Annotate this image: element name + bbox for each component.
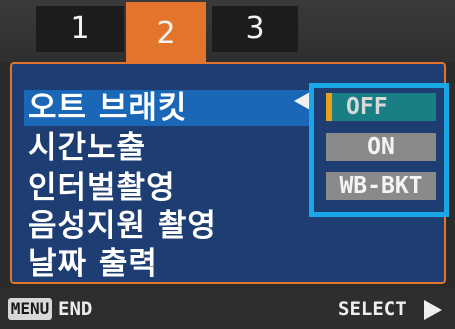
- end-label: END: [58, 298, 93, 320]
- option-box: OFF ON WB-BKT: [309, 83, 449, 217]
- tab-1[interactable]: 1: [36, 6, 124, 52]
- select-label: SELECT: [338, 298, 407, 320]
- bottom-bar: MENU END SELECT: [0, 288, 455, 329]
- tab-strip: 1 2 3: [0, 0, 455, 70]
- menu-item-voice-shooting[interactable]: 음성지원 촬영: [28, 208, 217, 244]
- menu-item-interval[interactable]: 인터벌촬영: [28, 170, 176, 206]
- left-triangle-icon: [294, 92, 310, 110]
- menu-item-date-imprint[interactable]: 날짜 출력: [28, 246, 158, 282]
- option-off[interactable]: OFF: [326, 93, 436, 121]
- menu-item-time-exposure[interactable]: 시간노출: [28, 130, 146, 166]
- tab-3[interactable]: 3: [212, 6, 298, 52]
- menu-item-auto-bracket[interactable]: 오트 브래킷: [24, 90, 321, 126]
- option-on[interactable]: ON: [326, 133, 436, 161]
- menu-key-badge: MENU: [8, 298, 52, 320]
- right-triangle-icon: [424, 300, 442, 320]
- option-wb-bkt[interactable]: WB-BKT: [326, 172, 436, 200]
- camera-menu-screen: 1 2 3 오트 브래킷 시간노출 인터벌촬영 음성지원 촬영 날짜 출력 OF…: [0, 0, 455, 329]
- tab-2[interactable]: 2: [126, 2, 206, 70]
